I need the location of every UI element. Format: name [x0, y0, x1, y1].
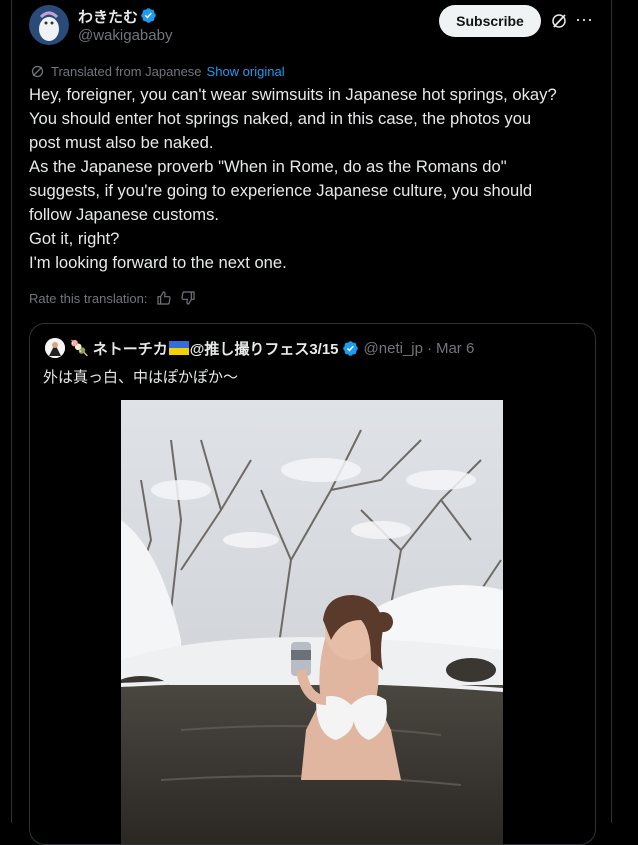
- quote-photo[interactable]: [121, 400, 503, 844]
- translation-note: Translated from Japanese Show original: [30, 62, 285, 80]
- author-handle[interactable]: @wakigababy: [78, 27, 172, 44]
- quote-author-name[interactable]: ネトーチカ: [93, 338, 168, 359]
- quote-author-name-suffix[interactable]: @推し撮りフェス3/15: [190, 338, 339, 359]
- quote-verified-badge-icon: [342, 340, 358, 356]
- tweet-line: post must also be naked.: [29, 133, 214, 152]
- thumbs-down-icon[interactable]: [180, 290, 196, 306]
- author-avatar[interactable]: [29, 5, 69, 45]
- quote-author-handle[interactable]: @neti_jp: [364, 340, 423, 357]
- more-options-icon[interactable]: ···: [575, 10, 595, 30]
- tweet-line: Hey, foreigner, you can't wear swimsuits…: [29, 85, 557, 104]
- show-original-link[interactable]: Show original: [207, 64, 285, 79]
- quote-author-avatar[interactable]: [45, 338, 65, 358]
- rate-translation: Rate this translation:: [29, 290, 196, 306]
- author-display-name[interactable]: わきたむ: [78, 6, 138, 27]
- tweet-line: I'm looking forward to the next one.: [29, 253, 287, 272]
- translated-from-label: Translated from Japanese: [51, 63, 202, 79]
- tweet-line: follow Japanese customs.: [29, 205, 220, 224]
- grok-icon[interactable]: [550, 12, 568, 30]
- quote-separator: ·: [426, 339, 432, 357]
- tweet-line: suggests, if you're going to experience …: [29, 181, 533, 200]
- tweet-line: You should enter hot springs naked, and …: [29, 109, 532, 128]
- quote-emoji: 🍡: [70, 340, 89, 357]
- quote-text: 外は真っ白、中はぽかぽか〜: [43, 369, 239, 386]
- tweet-line: Got it, right?: [29, 229, 120, 248]
- translate-icon: [31, 65, 44, 77]
- tweet-line: As the Japanese proverb "When in Rome, d…: [29, 157, 507, 176]
- quoted-tweet[interactable]: 🍡 ネトーチカ @推し撮りフェス3/15 @neti_jp · Mar 6 外は…: [29, 323, 596, 845]
- ukraine-flag-icon: [168, 341, 189, 355]
- rate-label: Rate this translation:: [29, 290, 148, 306]
- thumbs-up-icon[interactable]: [156, 290, 172, 306]
- timeline-border-right: [611, 0, 612, 823]
- subscribe-button[interactable]: Subscribe: [439, 5, 541, 37]
- timeline-border-left: [11, 0, 12, 823]
- verified-badge-icon: [141, 8, 156, 23]
- quote-date[interactable]: Mar 6: [436, 340, 474, 357]
- quote-header: 🍡 ネトーチカ @推し撮りフェス3/15 @neti_jp · Mar 6: [70, 338, 474, 358]
- tweet-text: Hey, foreigner, you can't wear swimsuits…: [29, 83, 599, 275]
